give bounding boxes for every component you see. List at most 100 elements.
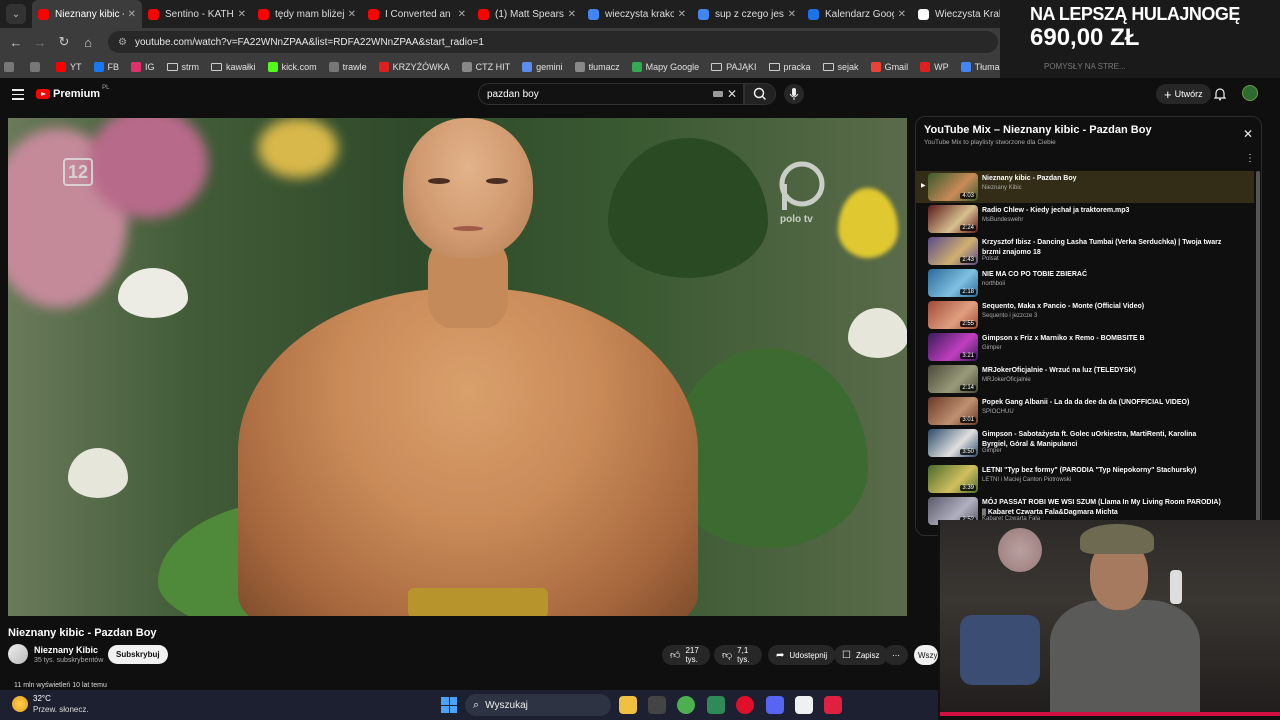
taskbar-search[interactable]: ⌕ Wyszukaj <box>465 694 611 716</box>
sun-weather-icon[interactable] <box>12 696 28 712</box>
capture-app-icon[interactable] <box>795 696 813 714</box>
share-button[interactable]: ➦ Udostępnij <box>768 645 836 665</box>
gmail-icon <box>870 62 881 72</box>
home-icon[interactable]: ⌂ <box>76 35 100 50</box>
clear-search-icon[interactable]: ✕ <box>727 87 737 101</box>
task-app-icon[interactable] <box>648 696 666 714</box>
keyboard-icon[interactable] <box>713 91 723 97</box>
bookmark-strm[interactable]: strm <box>166 62 199 72</box>
playlist-item[interactable]: 2:14 MRJokerOficjalnie - Wrzuć na luz (TE… <box>916 363 1254 395</box>
close-tab-icon[interactable]: ✕ <box>678 9 686 20</box>
bookmark-kick.com[interactable]: kick.com <box>267 62 317 72</box>
browser-tab[interactable]: I Converted an El ✕ <box>362 0 472 28</box>
more-actions-button[interactable]: ⋯ <box>884 645 908 665</box>
playlist-thumbnail[interactable]: 3:01 <box>928 397 978 425</box>
close-tab-icon[interactable]: ✕ <box>568 9 576 20</box>
folder-icon <box>711 63 723 71</box>
bookmark-square-icon[interactable] <box>4 62 18 72</box>
playlist-thumbnail[interactable]: 2:55 <box>928 301 978 329</box>
playlist-item[interactable]: 3:39 LETNI "Typ bez formy" (PARODIA "Typ … <box>916 463 1254 495</box>
opera-icon[interactable] <box>736 696 754 714</box>
bookmark-yt[interactable]: YT <box>56 62 82 72</box>
playlist-thumbnail[interactable]: 2:14 <box>928 365 978 393</box>
tab-search-dropdown-icon[interactable]: ⌄ <box>6 4 26 24</box>
bookmark-krzyżówka[interactable]: KRZYŻÓWKA <box>378 62 450 72</box>
discord-icon[interactable] <box>766 696 784 714</box>
save-button[interactable]: ☐ Zapisz <box>834 645 888 665</box>
playlist-item[interactable]: 2:24 Radio Chlew - Kiedy jechał ja trakto… <box>916 203 1254 235</box>
voice-search-button[interactable] <box>784 84 804 104</box>
bookmark-ctz-hit[interactable]: CTZ HIT <box>461 62 510 72</box>
browser-tab[interactable]: Nieznany kibic - P ✕ <box>32 0 142 28</box>
windows-start-icon[interactable] <box>441 697 457 713</box>
forward-arrow-icon[interactable]: → <box>28 35 52 50</box>
playlist-item[interactable]: 2:18 NIE MA CO PO TOBIE ZBIERAĆ northboii <box>916 267 1254 299</box>
browser-tab[interactable]: (1) Matt Spears - ✕ <box>472 0 582 28</box>
bookmark-pracka[interactable]: pracka <box>768 62 811 72</box>
bookmark-pająki[interactable]: PAJĄKI <box>711 62 757 72</box>
channel-avatar[interactable] <box>8 644 28 664</box>
playlist-thumbnail[interactable]: 3:50 <box>928 429 978 457</box>
browser-tab[interactable]: sup z czego jest z ✕ <box>692 0 802 28</box>
file-explorer-icon[interactable] <box>619 696 637 714</box>
menu-hamburger-icon[interactable] <box>12 89 24 103</box>
account-avatar[interactable] <box>1242 85 1258 101</box>
playlist-item[interactable]: 2:43 Krzysztof Ibisz - Dancing Lasha Tumb… <box>916 235 1254 267</box>
streamlabs-icon[interactable] <box>824 696 842 714</box>
bookmark-tłumacz[interactable]: tłumacz <box>574 62 620 72</box>
youtube-logo[interactable]: Premium PL <box>36 85 109 100</box>
back-arrow-icon[interactable]: ← <box>4 35 28 50</box>
playlist-thumbnail[interactable]: 2:24 <box>928 205 978 233</box>
bookmark-trawle[interactable]: trawle <box>328 62 367 72</box>
playlist-thumbnail[interactable]: 3:21 <box>928 333 978 361</box>
bookmark-wp[interactable]: WP <box>920 62 949 72</box>
chrome-icon[interactable] <box>677 696 695 714</box>
playlist-scrollbar[interactable] <box>1256 171 1260 527</box>
bookmark-kawałki[interactable]: kawałki <box>211 62 256 72</box>
reload-icon[interactable]: ↻ <box>52 34 76 50</box>
site-settings-icon[interactable]: ⚙ <box>118 37 127 48</box>
playlist-menu-icon[interactable]: ⋮ <box>1245 153 1255 164</box>
playlist-item[interactable]: 3:50 Gimpson - Sabotażysta ft. Golec uOrk… <box>916 427 1254 459</box>
search-button[interactable] <box>744 83 776 105</box>
close-tab-icon[interactable]: ✕ <box>458 9 466 20</box>
playlist-item[interactable]: 3:21 Gimpson x Friz x Marniko x Remo - BO… <box>916 331 1254 363</box>
playlist-item[interactable]: 3:01 Popek Gang Albanii - La da da dee da… <box>916 395 1254 427</box>
playlist-item[interactable]: ▶ 4:03 Nieznany kibic - Pazdan Boy Nieznany… <box>916 171 1254 203</box>
bookmark-gemini[interactable]: gemini <box>522 62 563 72</box>
bookmark-mapy-google[interactable]: Mapy Google <box>631 62 699 72</box>
search-input[interactable]: pazdan boy ✕ <box>478 83 744 105</box>
bookmark-gmail[interactable]: Gmail <box>870 62 908 72</box>
channel-name[interactable]: Nieznany Kibic <box>34 645 98 655</box>
subscribe-button[interactable]: Subskrybuj <box>108 645 168 664</box>
brave-icon[interactable] <box>707 696 725 714</box>
browser-tab[interactable]: wieczysta krakow ✕ <box>582 0 692 28</box>
like-button[interactable]: 👍︎ 217 tys. <box>662 645 710 665</box>
filter-chip-all[interactable]: Wszy <box>914 645 938 665</box>
notifications-bell-icon[interactable] <box>1213 87 1227 106</box>
close-playlist-icon[interactable]: ✕ <box>1243 127 1253 141</box>
video-player[interactable]: 12 polo tv <box>8 118 907 616</box>
bookmark-sejak[interactable]: sejak <box>822 62 859 72</box>
close-tab-icon[interactable]: ✕ <box>128 9 136 20</box>
weather-description[interactable]: Przew. słonecz. <box>33 705 89 714</box>
close-tab-icon[interactable]: ✕ <box>788 9 796 20</box>
bookmark-ig[interactable]: IG <box>131 62 155 72</box>
weather-temperature[interactable]: 32°C <box>33 694 51 703</box>
bookmark-apps-grid-icon[interactable] <box>30 62 44 72</box>
close-tab-icon[interactable]: ✕ <box>898 9 906 20</box>
playlist-thumbnail[interactable]: 2:18 <box>928 269 978 297</box>
bookmark-fb[interactable]: FB <box>93 62 119 72</box>
url-bar[interactable]: ⚙ youtube.com/watch?v=FA22WNnZPAA&list=R… <box>108 31 998 53</box>
playlist-thumbnail[interactable]: 3:39 <box>928 465 978 493</box>
close-tab-icon[interactable]: ✕ <box>238 9 246 20</box>
playlist-item[interactable]: 2:55 Sequento, Maka x Pancio - Monte (Off… <box>916 299 1254 331</box>
playlist-thumbnail[interactable]: 4:03 <box>928 173 978 201</box>
browser-tab[interactable]: tędy mam bliżej ✕ <box>252 0 362 28</box>
browser-tab[interactable]: Sentino - KATHAR ✕ <box>142 0 252 28</box>
playlist-thumbnail[interactable]: 2:43 <box>928 237 978 265</box>
browser-tab[interactable]: Kalendarz Google ✕ <box>802 0 912 28</box>
dislike-button[interactable]: 👎︎ 7,1 tys. <box>714 645 762 665</box>
close-tab-icon[interactable]: ✕ <box>348 9 356 20</box>
create-button[interactable]: + Utwórz <box>1156 84 1211 104</box>
